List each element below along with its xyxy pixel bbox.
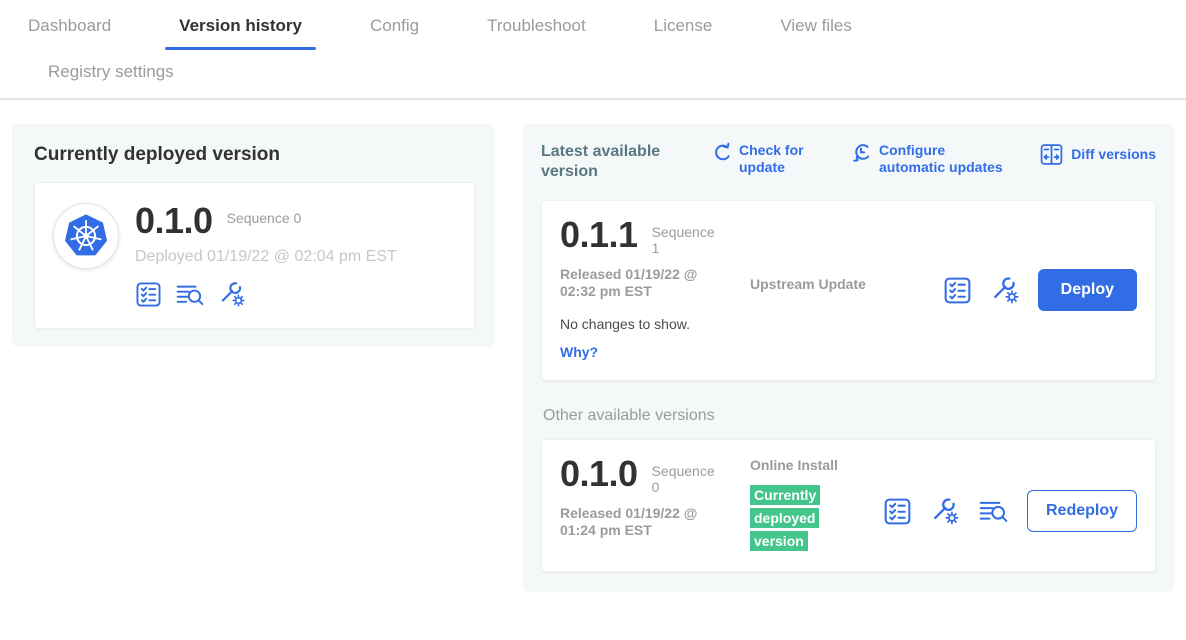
tab-version-history[interactable]: Version history: [179, 16, 302, 36]
tab-license[interactable]: License: [654, 16, 713, 36]
auto-update-clock-icon: [851, 142, 872, 163]
preflight-checklist-icon[interactable]: [135, 281, 162, 308]
other-version-card: 0.1.0 Sequence 0 Released 01/19/22 @ 01:…: [541, 439, 1156, 572]
nav-tab-row: Dashboard Version history Config Trouble…: [28, 0, 1186, 52]
diff-versions-link[interactable]: Diff versions: [1039, 142, 1156, 167]
currently-deployed-badge-wrap: Currently deployed version: [750, 484, 830, 553]
available-versions-panel: Latest available version Check for updat…: [523, 124, 1174, 592]
redeploy-button[interactable]: Redeploy: [1027, 490, 1137, 532]
why-link[interactable]: Why?: [560, 344, 598, 360]
app-logo-badge: [53, 203, 119, 269]
currently-deployed-badge: Currently deployed version: [750, 485, 820, 551]
latest-sequence-label: Sequence 1: [652, 217, 722, 256]
latest-released-timestamp: Released 01/19/22 @ 02:32 pm EST: [560, 266, 725, 300]
deployed-version-card: 0.1.0 Sequence 0 Deployed 01/19/22 @ 02:…: [34, 182, 475, 329]
spacer: [870, 456, 883, 553]
nav-tab-row-2: Registry settings: [28, 52, 1186, 98]
currently-deployed-title: Currently deployed version: [34, 144, 475, 166]
configure-automatic-updates-label: Configure automatic updates: [879, 142, 1015, 176]
other-available-versions-heading: Other available versions: [543, 407, 1156, 425]
latest-version-source: Upstream Update: [750, 217, 870, 362]
refresh-arrow-icon: [711, 142, 732, 163]
other-version-source-col: Online Install Currently deployed versio…: [750, 456, 870, 553]
deploy-button[interactable]: Deploy: [1038, 269, 1137, 311]
config-wrench-gear-icon[interactable]: [218, 280, 246, 308]
deployed-version-info: 0.1.0 Sequence 0 Deployed 01/19/22 @ 02:…: [135, 203, 397, 308]
other-released-timestamp: Released 01/19/22 @ 01:24 pm EST: [560, 505, 725, 539]
check-for-update-label: Check for update: [739, 142, 815, 176]
spacer: [870, 217, 943, 362]
latest-version-info: 0.1.1 Sequence 1 Released 01/19/22 @ 02:…: [560, 217, 750, 362]
top-nav: Dashboard Version history Config Trouble…: [0, 0, 1186, 100]
latest-version-actions: Deploy: [943, 269, 1137, 311]
deployed-sequence-label: Sequence 0: [227, 203, 302, 226]
no-changes-text: No changes to show.: [560, 316, 750, 332]
config-wrench-gear-icon[interactable]: [990, 275, 1020, 305]
preflight-checklist-icon[interactable]: [883, 497, 912, 526]
tab-troubleshoot[interactable]: Troubleshoot: [487, 16, 586, 36]
tab-registry-settings[interactable]: Registry settings: [48, 62, 174, 81]
check-for-update-link[interactable]: Check for update: [711, 142, 815, 176]
other-version-actions: Redeploy: [883, 490, 1137, 532]
other-version-info: 0.1.0 Sequence 0 Released 01/19/22 @ 01:…: [560, 456, 750, 553]
other-sequence-label: Sequence 0: [652, 456, 722, 495]
tab-view-files[interactable]: View files: [780, 16, 852, 36]
latest-version-number: 0.1.1: [560, 217, 638, 253]
other-version-number: 0.1.0: [560, 456, 638, 492]
deployed-action-icons: [135, 280, 397, 308]
available-versions-header: Latest available version Check for updat…: [541, 142, 1156, 182]
latest-available-title: Latest available version: [541, 142, 687, 182]
config-wrench-gear-icon[interactable]: [930, 496, 960, 526]
preflight-checklist-icon[interactable]: [943, 276, 972, 305]
diff-columns-icon: [1039, 142, 1064, 167]
latest-version-card: 0.1.1 Sequence 1 Released 01/19/22 @ 02:…: [541, 200, 1156, 381]
other-version-source: Online Install: [750, 457, 838, 473]
kubernetes-logo: [61, 211, 111, 261]
tab-config[interactable]: Config: [370, 16, 419, 36]
diff-versions-label: Diff versions: [1071, 146, 1156, 163]
view-logs-icon[interactable]: [175, 281, 205, 308]
tab-dashboard[interactable]: Dashboard: [28, 16, 111, 36]
currently-deployed-panel: Currently deployed version: [12, 124, 495, 347]
deployed-timestamp: Deployed 01/19/22 @ 02:04 pm EST: [135, 248, 397, 266]
configure-automatic-updates-link[interactable]: Configure automatic updates: [851, 142, 1015, 176]
deployed-version-number: 0.1.0: [135, 203, 213, 239]
view-logs-icon[interactable]: [978, 497, 1009, 525]
main-content: Currently deployed version: [0, 100, 1186, 592]
